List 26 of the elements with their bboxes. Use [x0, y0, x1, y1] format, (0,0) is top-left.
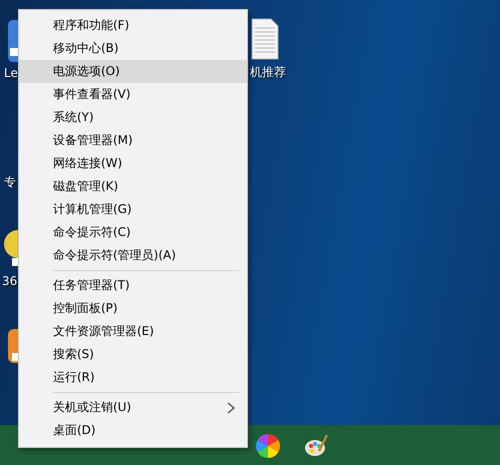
menu-item[interactable]: 设备管理器(M) — [19, 129, 247, 152]
menu-item[interactable]: 磁盘管理(K) — [19, 175, 247, 198]
menu-item[interactable]: 任务管理器(T) — [19, 274, 247, 297]
menu-item[interactable]: 命令提示符(管理员)(A) — [19, 244, 247, 267]
menu-item[interactable]: 系统(Y) — [19, 106, 247, 129]
chevron-right-icon — [227, 402, 235, 414]
menu-item[interactable]: 程序和功能(F) — [19, 14, 247, 37]
menu-item[interactable]: 计算机管理(G) — [19, 198, 247, 221]
menu-item[interactable]: 网络连接(W) — [19, 152, 247, 175]
menu-item[interactable]: 桌面(D) — [19, 419, 247, 442]
document-icon[interactable] — [250, 18, 280, 60]
menu-item[interactable]: 移动中心(B) — [19, 37, 247, 60]
menu-item[interactable]: 命令提示符(C) — [19, 221, 247, 244]
menu-item[interactable]: 运行(R) — [19, 366, 247, 389]
menu-item[interactable]: 电源选项(O) — [19, 60, 247, 83]
color-wheel-icon[interactable] — [255, 433, 281, 459]
menu-item[interactable]: 事件查看器(V) — [19, 83, 247, 106]
icon-label: Le — [4, 66, 18, 80]
menu-item[interactable]: 控制面板(P) — [19, 297, 247, 320]
icon-label: 机推荐 — [250, 64, 286, 81]
icon-label: 专 — [4, 174, 16, 191]
paint-palette-icon[interactable] — [303, 433, 329, 459]
icon-label: 36 — [2, 274, 18, 288]
menu-item[interactable]: 文件资源管理器(E) — [19, 320, 247, 343]
menu-item[interactable]: 关机或注销(U) — [19, 396, 247, 419]
menu-item[interactable]: 搜索(S) — [19, 343, 247, 366]
